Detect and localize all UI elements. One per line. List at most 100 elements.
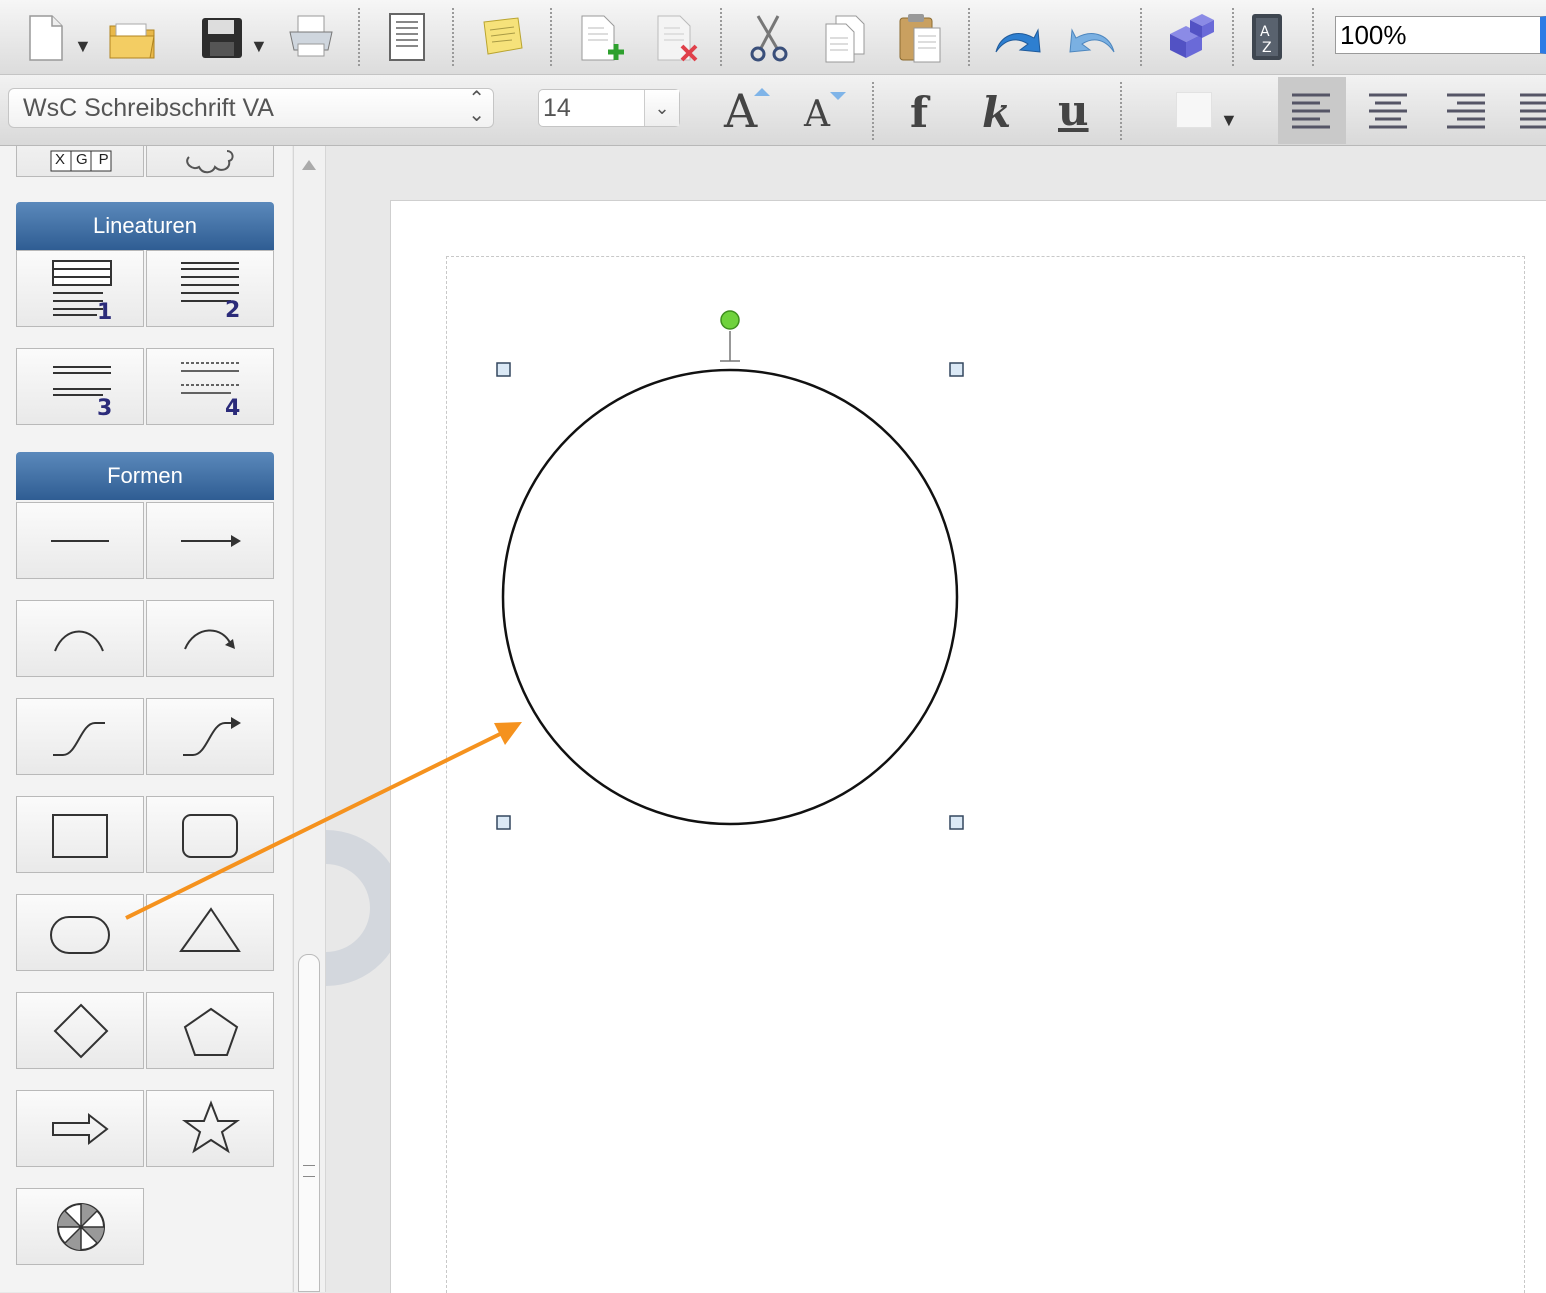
pentagon-icon <box>183 1007 239 1056</box>
selected-circle-shape[interactable] <box>440 300 1000 860</box>
cloud-icon <box>186 150 234 174</box>
new-document-icon[interactable] <box>20 10 74 64</box>
arc-shape-button[interactable] <box>16 600 144 677</box>
font-family-value: WsC Schreibschrift VA <box>23 94 274 122</box>
align-left-icon <box>1292 93 1330 129</box>
font-family-select[interactable]: WsC Schreibschrift VA ⌃ ⌄ <box>8 88 494 128</box>
line-shape-button[interactable] <box>16 502 144 579</box>
rounded-rectangle-shape-button[interactable] <box>146 796 274 873</box>
scroll-up-icon[interactable] <box>302 160 316 170</box>
bold-button[interactable]: f <box>910 88 928 137</box>
new-document-dropdown[interactable]: ▼ <box>74 36 92 57</box>
star-icon <box>181 1100 241 1154</box>
lineatur-2-label: 2 <box>225 298 240 323</box>
sidebar-scrollbar[interactable] <box>293 146 326 1292</box>
italic-button[interactable]: k <box>982 88 1011 137</box>
font-size-combo[interactable]: 14 ⌄ <box>538 89 680 127</box>
block-arrow-icon <box>52 1112 109 1146</box>
lineatur-1-label: 1 <box>97 300 112 325</box>
xgp-label: XGP <box>55 151 120 168</box>
color-dropdown-icon[interactable]: ▼ <box>1220 110 1238 131</box>
redo-icon[interactable] <box>1066 12 1120 66</box>
s-curve-icon <box>53 722 105 756</box>
watermark-arc-icon <box>326 830 396 986</box>
arrow-line-icon <box>181 535 241 547</box>
save-dropdown[interactable]: ▼ <box>250 36 268 57</box>
resize-handle-bottom-left[interactable] <box>496 815 511 830</box>
print-icon[interactable] <box>284 10 338 64</box>
delete-page-icon[interactable] <box>650 12 704 66</box>
copy-icon[interactable] <box>818 12 872 66</box>
page-layout-icon[interactable] <box>380 10 434 64</box>
s-curve-arrow-icon <box>183 717 241 756</box>
circle-outline[interactable] <box>501 368 959 826</box>
ellipse-shape-button[interactable] <box>16 894 144 971</box>
align-right-button[interactable] <box>1434 77 1498 144</box>
shape-sidebar: XGP Lineaturen 1 2 3 4 Formen <box>0 146 292 1292</box>
cloud-shape-button[interactable] <box>146 146 274 177</box>
section-header-formen[interactable]: Formen <box>16 452 274 500</box>
lineatur-1-button[interactable]: 1 <box>16 250 144 327</box>
save-icon[interactable] <box>196 12 250 66</box>
rounded-rectangle-icon <box>182 814 238 858</box>
shrink-arrow-icon <box>830 92 846 100</box>
scroll-thumb[interactable] <box>298 954 320 1292</box>
arc-icon <box>54 630 104 652</box>
lineatur-3-button[interactable]: 3 <box>16 348 144 425</box>
align-center-button[interactable] <box>1356 77 1420 144</box>
diamond-shape-button[interactable] <box>16 992 144 1069</box>
align-left-button[interactable] <box>1278 77 1346 144</box>
dictionary-icon[interactable]: AZ <box>1240 10 1294 64</box>
arc-arrow-icon <box>184 629 235 650</box>
grow-arrow-icon <box>754 88 770 96</box>
arc-arrow-shape-button[interactable] <box>146 600 274 677</box>
resize-handle-top-right[interactable] <box>949 362 964 377</box>
arrow-line-shape-button[interactable] <box>146 502 274 579</box>
main-toolbar: ▼ ▼ A Z 100% <box>0 0 1546 75</box>
grip-icon <box>303 1165 315 1177</box>
paste-icon[interactable] <box>894 10 948 64</box>
lineatur-3-label: 3 <box>97 396 112 421</box>
xgp-template-button[interactable]: XGP <box>16 146 144 177</box>
text-color-swatch[interactable] <box>1176 92 1212 128</box>
segmented-circle-icon <box>57 1203 105 1251</box>
svg-text:Z: Z <box>1262 40 1272 56</box>
updown-chevron-icon: ⌃ ⌄ <box>468 88 485 126</box>
pentagon-shape-button[interactable] <box>146 992 274 1069</box>
justify-button[interactable] <box>1512 77 1546 144</box>
align-center-icon <box>1369 93 1407 129</box>
justify-icon <box>1520 93 1546 129</box>
diamond-icon <box>53 1003 109 1059</box>
font-size-value: 14 <box>543 94 571 122</box>
note-icon[interactable] <box>474 10 528 64</box>
triangle-shape-button[interactable] <box>146 894 274 971</box>
zoom-field[interactable]: 100% <box>1335 16 1546 54</box>
lineatur-4-button[interactable]: 4 <box>146 348 274 425</box>
cut-icon[interactable] <box>742 12 796 66</box>
segmented-circle-shape-button[interactable] <box>16 1188 144 1265</box>
block-arrow-shape-button[interactable] <box>16 1090 144 1167</box>
s-curve-arrow-shape-button[interactable] <box>146 698 274 775</box>
rotation-handle[interactable] <box>720 310 740 330</box>
triangle-icon <box>179 907 241 952</box>
resize-handle-top-left[interactable] <box>496 362 511 377</box>
rectangle-icon <box>52 814 108 858</box>
align-right-icon <box>1447 93 1485 129</box>
chevron-down-icon[interactable]: ⌄ <box>644 90 679 126</box>
open-folder-icon[interactable] <box>106 10 160 64</box>
section-header-lineaturen[interactable]: Lineaturen <box>16 202 274 250</box>
add-page-icon[interactable] <box>574 12 628 66</box>
line-icon <box>51 540 109 542</box>
lineatur-4-label: 4 <box>225 396 240 421</box>
undo-icon[interactable] <box>990 12 1044 66</box>
lineatur-2-button[interactable]: 2 <box>146 250 274 327</box>
star-shape-button[interactable] <box>146 1090 274 1167</box>
underline-button[interactable]: u <box>1058 86 1089 135</box>
dice-icon[interactable] <box>1162 10 1216 64</box>
ellipse-icon <box>50 916 110 954</box>
svg-text:A: A <box>1260 24 1270 40</box>
rectangle-shape-button[interactable] <box>16 796 144 873</box>
resize-handle-bottom-right[interactable] <box>949 815 964 830</box>
shrink-font-button[interactable]: A <box>804 94 830 135</box>
s-curve-shape-button[interactable] <box>16 698 144 775</box>
